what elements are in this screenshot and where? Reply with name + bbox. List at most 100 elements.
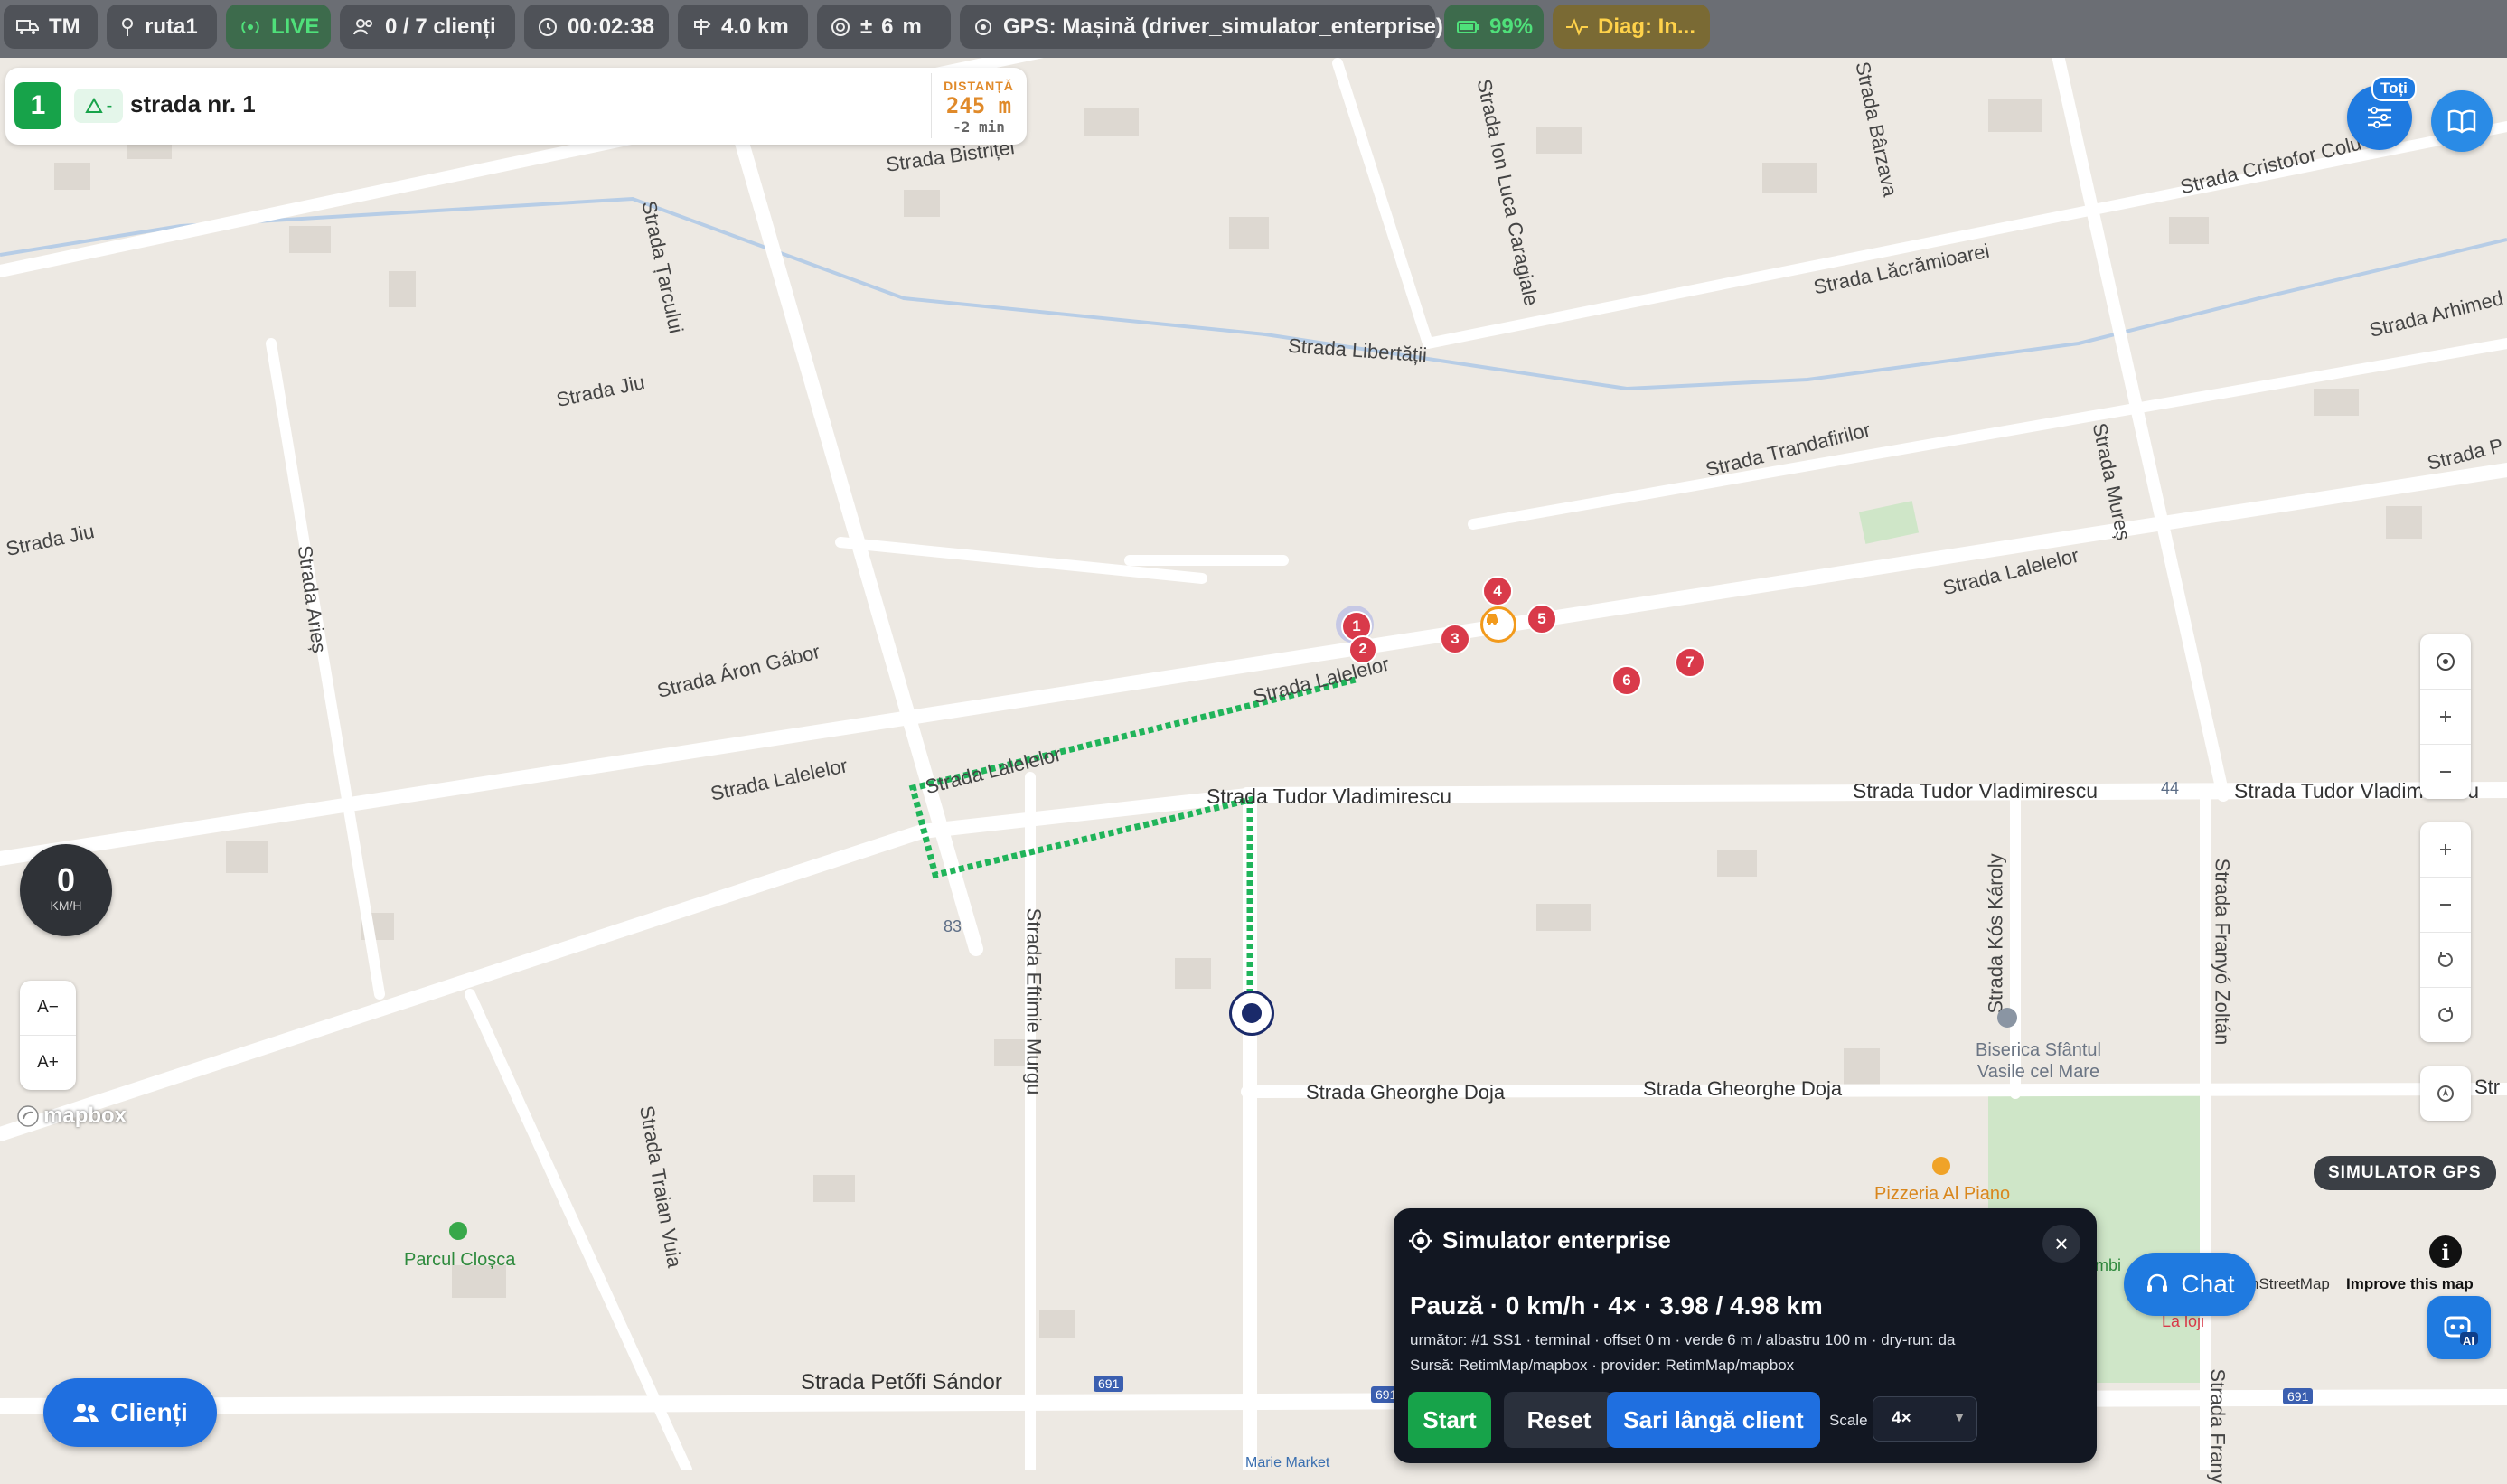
route-pill[interactable]: ruta1 — [107, 5, 217, 49]
map-canvas[interactable]: Strada Bistriței Strada Țarcului Strada … — [0, 0, 2507, 1484]
road-shield: 691 — [1094, 1376, 1124, 1392]
speed-unit: KM/H — [50, 898, 82, 913]
simulator-header: Simulator enterprise — [1408, 1226, 1671, 1254]
street-label: Strada Gheorghe Doja — [1643, 1077, 1843, 1100]
step-number: 1 — [14, 82, 61, 129]
simulator-next-info: următor: #1 SS1 · terminal · offset 0 m … — [1410, 1331, 1956, 1348]
speedometer: 0 KM/H — [20, 844, 112, 936]
close-button[interactable]: × — [2042, 1225, 2080, 1263]
reset-north-button[interactable] — [2420, 1066, 2471, 1121]
poi-label: mbi — [2095, 1256, 2122, 1274]
font-size-controls: A− A+ — [20, 981, 76, 1090]
route-label: ruta1 — [145, 14, 198, 39]
improve-map-label: Improve this map — [2346, 1275, 2474, 1292]
compass-button[interactable] — [2420, 634, 2471, 690]
compass-icon — [2437, 653, 2455, 671]
street-label: Str — [2474, 1075, 2501, 1098]
street-label: Strada Petőfi Sándor — [801, 1370, 1002, 1395]
gps-target-icon — [1409, 1228, 1432, 1253]
turn-chip: - — [74, 89, 123, 123]
stop-marker-3[interactable]: 3 — [1440, 624, 1470, 654]
stop-marker-6[interactable]: 6 — [1611, 665, 1642, 696]
distance-value: 4.0 km — [721, 14, 789, 39]
status-bar: TM ruta1 LIVE 0 / 7 clienți 00:02:38 4.0… — [0, 0, 2507, 58]
map-layer — [0, 0, 2507, 1470]
car-icon — [1487, 614, 1498, 625]
poi-label: Vasile cel Mare — [1976, 1062, 2100, 1082]
jump-near-client-button[interactable]: Sari lângă client — [1607, 1392, 1820, 1448]
street-label: Strada Gheorghe Doja — [1306, 1081, 1506, 1104]
chat-button[interactable]: Chat — [2124, 1253, 2256, 1316]
gps-pill[interactable]: GPS: Mașină (driver_simulator_enterprise… — [960, 5, 1443, 49]
zoom-out-button[interactable] — [2420, 878, 2471, 933]
restaurant-icon — [1932, 1157, 1950, 1175]
live-label: LIVE — [271, 14, 320, 39]
accuracy-value: 6 — [881, 14, 894, 39]
live-pill[interactable]: LIVE — [226, 5, 331, 49]
stop-marker-2[interactable]: 2 — [1348, 635, 1377, 664]
pin-icon — [122, 17, 133, 36]
rotate-right-button[interactable] — [2420, 988, 2471, 1042]
diag-pill[interactable]: Diag: In... — [1553, 5, 1710, 49]
zoom-in-button[interactable] — [2420, 690, 2471, 745]
headset-icon — [2147, 1273, 2168, 1292]
mapbox-label: mapbox — [43, 1104, 127, 1128]
distance-value: 245 m — [945, 93, 1012, 118]
ai-label: AI — [2463, 1334, 2474, 1348]
street-label: Strada Franyó Zoltán — [2211, 858, 2234, 1046]
house-number: 83 — [944, 917, 962, 935]
street-label: Strada Eftimie Murgu — [1022, 907, 1046, 1095]
timer-pill: 00:02:38 — [524, 5, 669, 49]
next-stop-card[interactable]: 1 - strada nr. 1 DISTANȚĂ 245 m -2 min — [5, 68, 1027, 145]
simulator-status: Pauză · 0 km/h · 4× · 3.98 / 4.98 km — [1410, 1291, 1823, 1320]
map-zoom-rotate-controls — [2420, 822, 2471, 1042]
scale-select[interactable]: 4× ▼ — [1873, 1396, 1977, 1442]
font-increase-button[interactable]: A+ — [20, 1036, 76, 1090]
simulator-gps-badge[interactable]: SIMULATOR GPS — [2314, 1156, 2496, 1190]
reset-button[interactable]: Reset — [1504, 1392, 1614, 1448]
filter-badge: Toți — [2371, 76, 2417, 101]
font-decrease-button[interactable]: A− — [20, 981, 76, 1036]
rotate-left-button[interactable] — [2420, 933, 2471, 988]
minus-icon — [2440, 904, 2451, 906]
plus-icon — [2440, 711, 2451, 722]
crosshair-icon — [975, 18, 991, 35]
legend-book-button[interactable] — [2431, 90, 2493, 152]
poi-church[interactable]: Biserica Sfântul Vasile cel Mare — [1976, 1039, 2101, 1083]
accuracy-prefix: ± — [860, 14, 873, 39]
poi-label: Marie Market — [1245, 1455, 1330, 1470]
chevron-down-icon: ▼ — [1953, 1410, 1966, 1424]
vehicle-marker[interactable] — [1480, 606, 1516, 643]
map-attribution[interactable]: nStreetMap — [2250, 1275, 2330, 1293]
map-view-controls — [2420, 634, 2471, 799]
zoom-out-button[interactable] — [2420, 745, 2471, 799]
poi-pizzeria[interactable]: Pizzeria Al Piano — [1874, 1184, 2010, 1205]
scale-value: 4× — [1892, 1409, 1911, 1428]
zoom-in-button[interactable] — [2420, 822, 2471, 878]
mapbox-logo[interactable]: mapbox — [16, 1104, 127, 1129]
stop-marker-4[interactable]: 4 — [1482, 576, 1513, 606]
ai-assistant-button[interactable]: AI — [2427, 1296, 2491, 1359]
eta-value: -2 min — [953, 118, 1005, 136]
gps-source: GPS: Mașină (driver_simulator_enterprise… — [1003, 14, 1443, 39]
clock-icon — [539, 17, 557, 36]
stop-marker-5[interactable]: 5 — [1526, 604, 1557, 634]
mapbox-icon — [17, 1105, 39, 1127]
users-icon — [353, 18, 372, 34]
info-button[interactable]: i — [2429, 1235, 2462, 1268]
speed-value: 0 — [56, 861, 76, 898]
timer-value: 00:02:38 — [568, 14, 655, 39]
clients-button[interactable]: Clienți — [43, 1378, 217, 1447]
street-label: Strada Tudor Vladimirescu — [1853, 779, 2099, 803]
region-pill[interactable]: TM — [4, 5, 98, 49]
signpost-icon — [694, 18, 711, 35]
start-button[interactable]: Start — [1408, 1392, 1491, 1448]
poi-park[interactable]: Parcul Cloșca — [404, 1250, 515, 1271]
improve-map-link[interactable]: Improve this map — [2346, 1275, 2474, 1293]
recycle-icon — [84, 98, 103, 113]
street-label: Strada Frany — [2206, 1368, 2230, 1484]
clients-count: 0 / 7 clienți — [385, 14, 496, 39]
clients-count-pill[interactable]: 0 / 7 clienți — [340, 5, 515, 49]
church-icon — [1997, 1008, 2017, 1028]
stop-marker-7[interactable]: 7 — [1675, 647, 1705, 678]
